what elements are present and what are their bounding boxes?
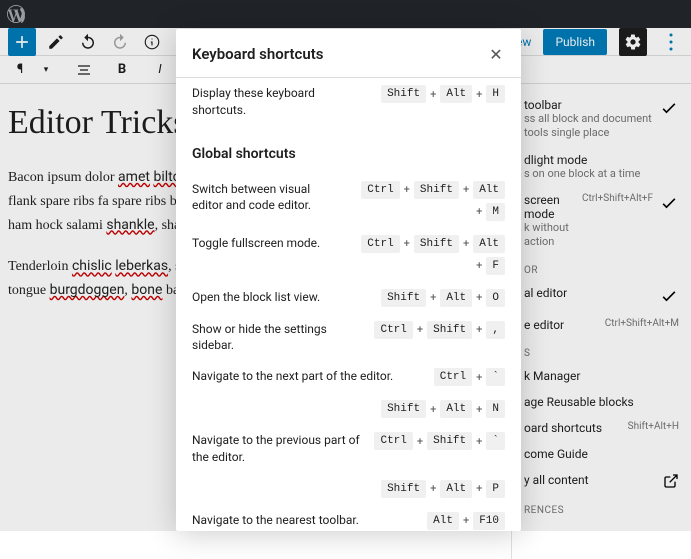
info-icon[interactable]	[140, 30, 164, 54]
keyboard-shortcuts-modal: Keyboard shortcuts ✕ Display these keybo…	[176, 29, 521, 531]
shortcut-keys: Shift+Alt+P	[381, 480, 505, 498]
shortcut-description: Navigate to the previous part of the edi…	[192, 432, 362, 466]
align-icon[interactable]	[72, 58, 96, 82]
italic-icon[interactable]: I	[148, 58, 172, 82]
shortcut-keys: Shift+Alt+H	[381, 85, 505, 103]
modal-title: Keyboard shortcuts	[192, 45, 323, 63]
shortcut-description: Navigate to the nearest toolbar.	[192, 512, 415, 529]
chevron-down-icon[interactable]: ▾	[34, 58, 58, 82]
shortcut-description: Open the block list view.	[192, 289, 369, 306]
shortcut-keys: Ctrl+Shift+Alt+M	[355, 181, 505, 221]
bold-icon[interactable]: B	[110, 58, 134, 82]
shortcut-keys: Ctrl+Shift+`	[374, 432, 505, 450]
shortcut-keys: Shift+Alt+O	[381, 289, 505, 307]
sidebar-item[interactable]: toolbarss all block and document tools s…	[512, 92, 691, 147]
shortcut-keys: Ctrl+Shift+,	[374, 321, 505, 339]
shortcut-keys: Shift+Alt+N	[381, 400, 505, 418]
shortcut-keys: Alt+F10	[427, 512, 505, 530]
shortcut-description: Switch between visual editor and code ed…	[192, 181, 343, 215]
shortcut-description: Display these keyboard shortcuts.	[192, 85, 369, 119]
check-icon	[659, 98, 679, 118]
sidebar-item[interactable]: age Reusable blocks	[512, 389, 691, 415]
section-heading: Global shortcuts	[192, 146, 505, 162]
settings-icon[interactable]	[619, 28, 647, 56]
sidebar-item[interactable]: e editorCtrl+Shift+Alt+M	[512, 312, 691, 338]
check-icon	[659, 286, 679, 306]
edit-icon[interactable]	[44, 30, 68, 54]
sidebar-item[interactable]: come Guide	[512, 441, 691, 467]
add-block-button[interactable]	[8, 28, 36, 56]
paragraph-icon[interactable]: ¶	[8, 58, 32, 82]
sidebar-item[interactable]: al editor	[512, 280, 691, 312]
shortcut-description: Show or hide the settings sidebar.	[192, 321, 362, 355]
undo-icon[interactable]	[76, 30, 100, 54]
wordpress-logo[interactable]	[2, 0, 30, 28]
more-icon[interactable]	[659, 30, 683, 54]
sidebar-item[interactable]: screen modek without actionCtrl+Shift+Al…	[512, 187, 691, 256]
shortcut-keys: Ctrl+`	[434, 368, 505, 386]
check-icon	[659, 193, 679, 213]
external-icon	[663, 473, 679, 489]
shortcut-keys: Ctrl+Shift+Alt+F	[355, 235, 505, 275]
shortcut-description: Toggle fullscreen mode.	[192, 235, 343, 252]
publish-button[interactable]: Publish	[543, 29, 607, 55]
sidebar-item[interactable]: oard shortcutsShift+Alt+H	[512, 415, 691, 441]
sidebar-item[interactable]: dlight modes on one block at a time	[512, 147, 691, 187]
options-sidebar: toolbarss all block and document tools s…	[511, 84, 691, 559]
close-button[interactable]: ✕	[487, 45, 505, 63]
shortcut-description: Navigate to the next part of the editor.	[192, 368, 422, 385]
sidebar-item[interactable]: y all content	[512, 467, 691, 495]
sidebar-item[interactable]: k Manager	[512, 363, 691, 389]
redo-icon[interactable]	[108, 30, 132, 54]
